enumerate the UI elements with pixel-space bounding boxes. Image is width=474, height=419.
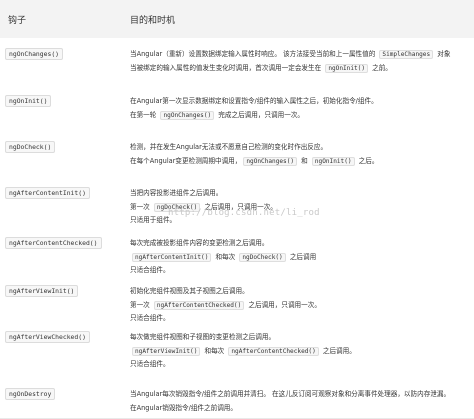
description-line: 检测，并在发生Angular无法或不愿意自己检测的变化时作出反应。 <box>130 141 470 155</box>
hook-description: 初始化完组件视图及其子视图之后调用。 第一次 ngAfterContentChec… <box>130 285 470 326</box>
table-row: ngDoCheck() 检测，并在发生Angular无法或不愿意自己检测的变化时作… <box>0 131 474 178</box>
table-row: ngAfterViewChecked() 每次做完组件视图和子视图的变更检测之后调… <box>0 321 474 379</box>
hook-name: ngAfterViewChecked() <box>5 331 90 343</box>
lifecycle-hooks-table: 钩子 目的和时机 ngOnChanges() 当Angular（重新）设置数据绑定… <box>0 0 474 419</box>
hook-name: ngAfterContentChecked() <box>5 237 102 249</box>
text-segment: 检测，并在发生Angular无法或不愿意自己检测的变化时作出反应。 <box>130 143 328 151</box>
description-line: 当把内容投影进组件之后调用。 <box>130 187 470 201</box>
table-row: ngAfterContentInit() 当把内容投影进组件之后调用。 第一次 ng… <box>0 177 474 228</box>
inline-code: ngDoCheck() <box>239 252 286 262</box>
text-segment: 之后调用，只调用一次。 <box>246 300 321 309</box>
text-segment: 在第一轮 <box>130 110 159 119</box>
description-line: 在第一轮 ngOnChanges() 完成之后调用，只调用一次。 <box>130 109 470 123</box>
text-segment: 在Angular销毁指令/组件之前调用。 <box>130 403 237 412</box>
description-line: 在每个Angular变更检测周期中调用， ngOnChanges() 和 ngOn… <box>130 155 470 169</box>
text-segment: 在每个Angular变更检测周期中调用， <box>130 156 242 165</box>
inline-code: ngAfterContentChecked() <box>153 300 245 310</box>
hook-name: ngAfterViewInit() <box>5 285 79 297</box>
hook-description: 每次做完组件视图和子视图的变更检测之后调用。 ngAfterViewInit() … <box>130 331 470 372</box>
text-segment: 和每次 <box>213 252 238 261</box>
hook-description: 当Angular每次销毁指令/组件之前调用并清扫。 在这儿反订阅可观察对象和分离… <box>130 388 470 415</box>
text-segment: 每次完成被投影组件内容的变更检测之后调用。 <box>130 239 269 247</box>
description-line: 只适合组件。 <box>130 358 470 372</box>
text-segment: 和每次 <box>202 346 227 355</box>
text-segment: 之后。 <box>356 156 379 165</box>
text-segment: 当把内容投影进组件之后调用。 <box>130 189 223 197</box>
hook-name: ngOnChanges() <box>5 48 64 60</box>
inline-code: ngOnChanges() <box>160 110 215 120</box>
text-segment: 初始化完组件视图及其子视图之后调用。 <box>130 287 249 295</box>
inline-code: ngAfterContentInit() <box>132 252 212 262</box>
description-line: ngAfterContentInit() 和每次 ngDoCheck() 之后调… <box>130 251 470 265</box>
text-segment: 只适合组件。 <box>130 360 170 368</box>
text-segment: 之前。 <box>370 63 392 72</box>
text-segment: 之后调用。 <box>320 346 356 355</box>
hook-description: 在Angular第一次显示数据绑定和设置指令/组件的输入属性之后，初始化指令/组… <box>130 95 470 122</box>
inline-code: SimpleChanges <box>379 50 434 59</box>
description-line: 每次完成被投影组件内容的变更检测之后调用。 <box>130 237 470 251</box>
text-segment: 第一次 <box>130 300 152 309</box>
inline-code: ngOnInit() <box>311 156 355 166</box>
text-segment: 对象 <box>435 50 451 58</box>
text-segment: 当被绑定的输入属性的值发生变化时调用，首次调用一定会发生在 <box>130 63 324 72</box>
inline-code: ngAfterViewInit() <box>132 346 201 356</box>
table-row: ngOnInit() 在Angular第一次显示数据绑定和设置指令/组件的输入属性… <box>0 85 474 132</box>
hook-description: 当Angular（重新）设置数据绑定输入属性时响应。 该方法接受当前和上一属性值… <box>130 48 470 75</box>
hook-name: ngOnDestroy <box>5 388 56 400</box>
hook-name: ngOnInit() <box>5 95 52 107</box>
description-line: 在Angular第一次显示数据绑定和设置指令/组件的输入属性之后，初始化指令/组… <box>130 95 470 109</box>
header-hook: 钩子 <box>8 16 27 26</box>
inline-code: ngAfterContentChecked() <box>228 346 319 356</box>
hook-description: 每次完成被投影组件内容的变更检测之后调用。 ngAfterContentInit(… <box>130 237 470 278</box>
header-timing: 目的和时机 <box>130 16 176 26</box>
text-segment: 完成之后调用，只调用一次。 <box>216 110 305 119</box>
description-line: 在Angular销毁指令/组件之前调用。 <box>130 402 470 416</box>
hook-description: 检测，并在发生Angular无法或不愿意自己检测的变化时作出反应。 在每个Angu… <box>130 141 470 168</box>
description-line: 初始化完组件视图及其子视图之后调用。 <box>130 285 470 299</box>
table-row: ngAfterContentChecked() 每次完成被投影组件内容的变更检测之… <box>0 227 474 276</box>
text-segment: 之后调用 <box>287 252 317 261</box>
text-segment: 当Angular（重新）设置数据绑定输入属性时响应。 该方法接受当前和上一属性值… <box>130 50 378 58</box>
description-line: 当被绑定的输入属性的值发生变化时调用，首次调用一定会发生在 ngOnInit()… <box>130 62 470 76</box>
table-row: ngOnDestroy 当Angular每次销毁指令/组件之前调用并清扫。 在这儿… <box>0 378 474 419</box>
table-row: ngAfterViewInit() 初始化完组件视图及其子视图之后调用。 第一次 n… <box>0 275 474 322</box>
description-line: 每次做完组件视图和子视图的变更检测之后调用。 <box>130 331 470 345</box>
text-segment: 当Angular每次销毁指令/组件之前调用并清扫。 在这儿反订阅可观察对象和分离… <box>130 390 451 398</box>
watermark: http://blog.csdn.net/li_rod <box>168 208 320 218</box>
hook-name: ngDoCheck() <box>5 141 56 153</box>
inline-code: ngOnInit() <box>325 63 369 73</box>
description-line: ngAfterViewInit() 和每次 ngAfterContentChec… <box>130 345 470 359</box>
text-segment: 和 <box>299 156 310 165</box>
inline-code: ngOnChanges() <box>243 156 298 166</box>
table-row: ngOnChanges() 当Angular（重新）设置数据绑定输入属性时响应。 … <box>0 38 474 86</box>
table-header: 钩子 目的和时机 <box>0 0 474 39</box>
description-line: 当Angular（重新）设置数据绑定输入属性时响应。 该方法接受当前和上一属性值… <box>130 48 470 62</box>
text-segment: 第一次 <box>130 202 152 211</box>
hook-name: ngAfterContentInit() <box>5 187 90 199</box>
text-segment: 在Angular第一次显示数据绑定和设置指令/组件的输入属性之后，初始化指令/组… <box>130 97 378 105</box>
text-segment: 只适合组件。 <box>130 266 170 274</box>
description-line: 当Angular每次销毁指令/组件之前调用并清扫。 在这儿反订阅可观察对象和分离… <box>130 388 470 402</box>
text-segment: 每次做完组件视图和子视图的变更检测之后调用。 <box>130 333 276 341</box>
description-line: 第一次 ngAfterContentChecked() 之后调用，只调用一次。 <box>130 299 470 313</box>
